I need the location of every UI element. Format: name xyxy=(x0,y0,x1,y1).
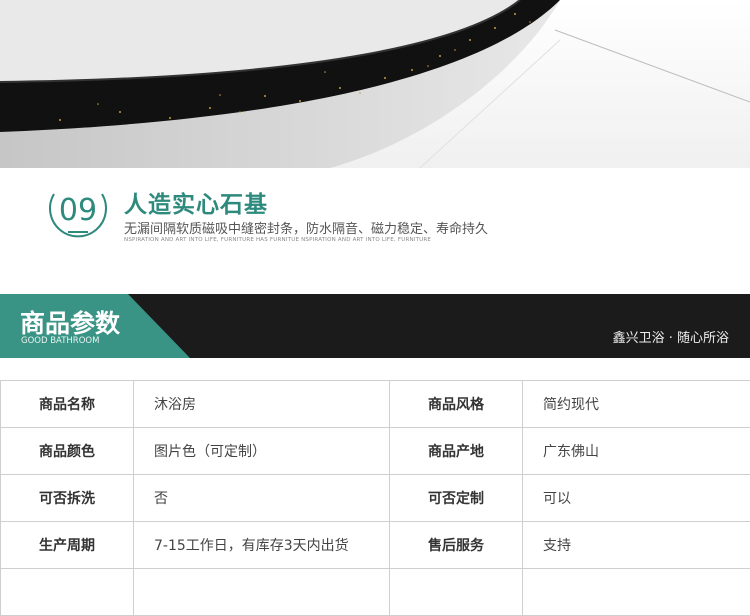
param-label: 商品风格 xyxy=(390,381,523,428)
param-label xyxy=(390,569,523,616)
feature-number-badge: 09 xyxy=(44,182,114,242)
param-value: 沐浴房 xyxy=(134,381,390,428)
feature-title: 人造实心石基 xyxy=(124,185,268,219)
param-value: 可以 xyxy=(523,475,750,522)
param-label: 商品产地 xyxy=(390,428,523,475)
param-value: 7-15工作日，有库存3天内出货 xyxy=(134,522,390,569)
param-label xyxy=(1,569,134,616)
feature-tagline: NSPIRATION AND ART INTO LIFE, FURNITURE … xyxy=(124,237,431,243)
param-label: 售后服务 xyxy=(390,522,523,569)
table-row: 可否拆洗 否 可否定制 可以 xyxy=(1,475,750,522)
feature-number: 09 xyxy=(59,193,97,228)
table-row: 商品名称 沐浴房 商品风格 简约现代 xyxy=(1,381,750,428)
banner-subtitle: GOOD BATHROOM xyxy=(21,336,99,346)
param-value: 图片色（可定制） xyxy=(134,428,390,475)
table-row: 生产周期 7-15工作日，有库存3天内出货 售后服务 支持 xyxy=(1,522,750,569)
param-label: 可否定制 xyxy=(390,475,523,522)
param-label: 商品颜色 xyxy=(1,428,134,475)
feature-subtitle: 无漏间隔软质磁吸中缝密封条，防水隔音、磁力稳定、寿命持久 xyxy=(124,218,488,237)
param-value: 广东佛山 xyxy=(523,428,750,475)
banner-brand: 鑫兴卫浴 · 随心所浴 xyxy=(613,327,729,346)
product-photo-illustration xyxy=(0,0,750,168)
param-label: 商品名称 xyxy=(1,381,134,428)
param-label: 生产周期 xyxy=(1,522,134,569)
table-row: 商品颜色 图片色（可定制） 商品产地 广东佛山 xyxy=(1,428,750,475)
param-value: 支持 xyxy=(523,522,750,569)
banner-title: 商品参数 xyxy=(20,304,120,340)
params-table: 商品名称 沐浴房 商品风格 简约现代 商品颜色 图片色（可定制） 商品产地 广东… xyxy=(0,380,750,616)
param-value xyxy=(523,569,750,616)
param-value xyxy=(134,569,390,616)
param-value: 否 xyxy=(134,475,390,522)
param-value: 简约现代 xyxy=(523,381,750,428)
product-photo xyxy=(0,0,750,168)
param-label: 可否拆洗 xyxy=(1,475,134,522)
circle-number-icon: 09 xyxy=(44,182,114,242)
table-row xyxy=(1,569,750,616)
